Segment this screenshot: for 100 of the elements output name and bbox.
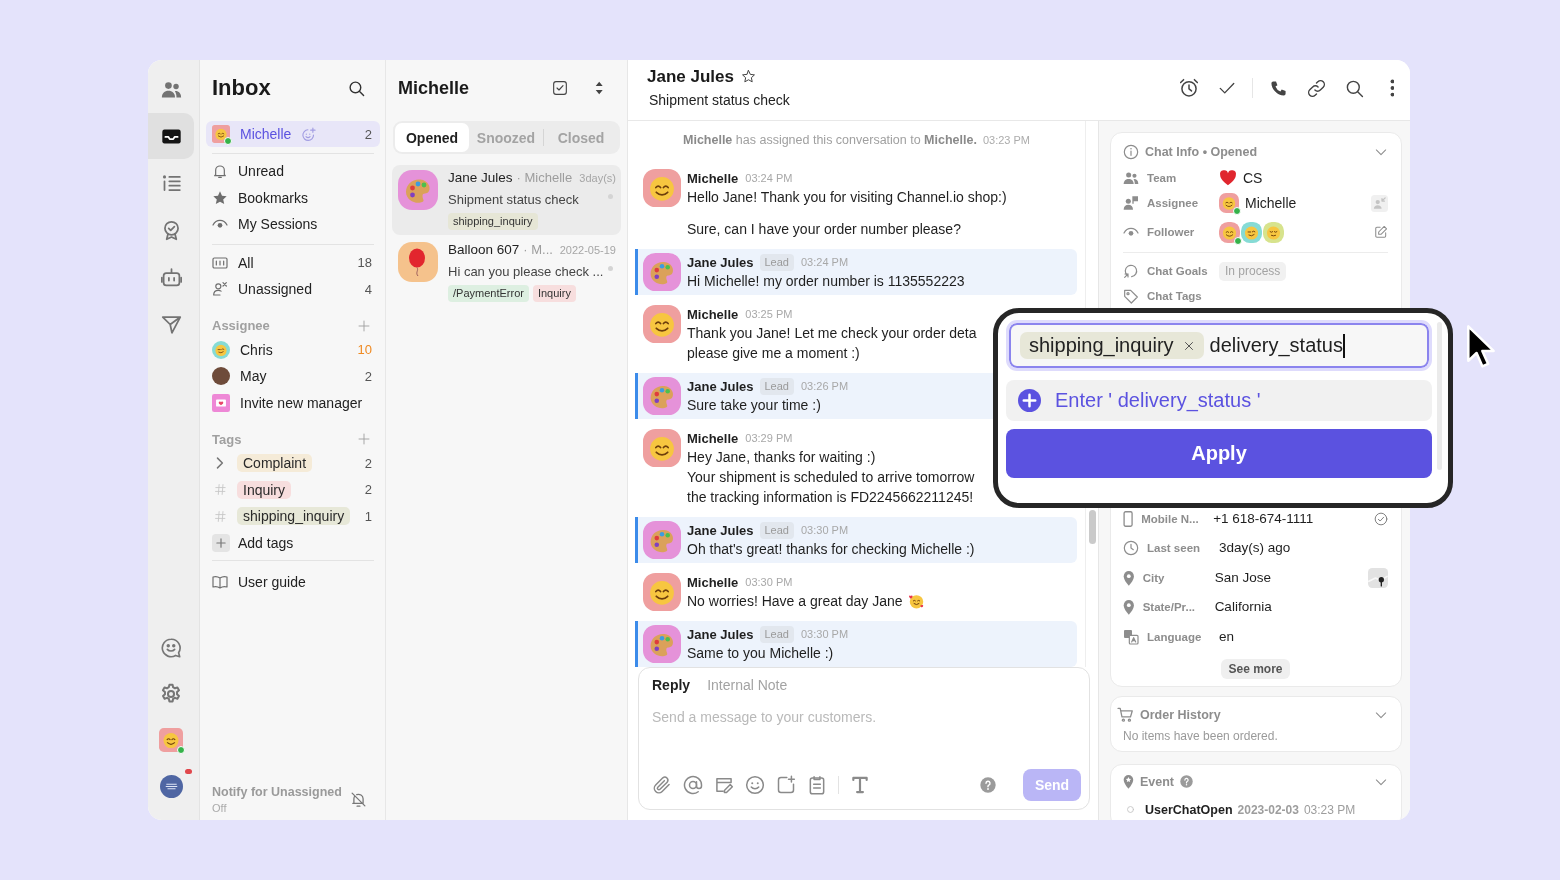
message-text: Sure, can I have your order number please? — [687, 220, 961, 239]
message-input[interactable]: Send a message to your customers. — [652, 707, 1081, 747]
search-icon[interactable] — [1344, 78, 1364, 98]
message-preview: Hi can you please check ... — [448, 263, 604, 279]
phone-icon[interactable] — [1269, 79, 1287, 97]
chat-smile-icon[interactable] — [160, 637, 182, 659]
message-time: 03:30 PM — [745, 576, 793, 588]
field-value: San Jose — [1214, 569, 1271, 586]
lead-badge: Lead — [759, 521, 794, 539]
palette-avatar-icon — [643, 253, 681, 291]
sender-name: Jane Jules — [687, 626, 754, 642]
sender-name: Michelle — [687, 170, 739, 186]
help-icon[interactable] — [980, 777, 996, 793]
contact-name: Jane Jules — [647, 66, 734, 87]
event-name: UserChatOpen — [1145, 802, 1233, 817]
conversation-item[interactable]: Balloon 607 · M... 2022-05-19 Hi can you please check ... /PaymentError Inquiry — [392, 237, 621, 307]
nav-item[interactable]: Unassigned 4 — [206, 276, 380, 303]
close-icon[interactable] — [1182, 339, 1195, 352]
see-more-button[interactable]: See more — [1221, 658, 1290, 679]
paper-plane-icon — [160, 313, 182, 335]
item-count: 10 — [357, 342, 372, 358]
message-time: 03:29 PM — [745, 432, 793, 444]
add-tags-button[interactable]: Add tags — [206, 529, 380, 556]
text-cursor-icon — [1342, 333, 1345, 358]
clipboard-icon[interactable] — [807, 775, 827, 795]
conversation-time: 2022-05-19 — [559, 243, 616, 258]
square-plus-icon[interactable] — [776, 775, 796, 795]
field-label: Chat Tags — [1147, 289, 1203, 304]
tag-icon — [1123, 288, 1139, 304]
nav-item[interactable]: Michelle 2 — [206, 121, 380, 147]
field-label: City — [1142, 570, 1166, 586]
at-sign-icon[interactable] — [683, 775, 703, 795]
message-text: Sure take your time :) — [687, 396, 821, 415]
smiley-avatar-icon — [643, 305, 681, 343]
create-tag-option[interactable]: Enter ' delivery_status ' — [1006, 380, 1432, 421]
card-edit-icon[interactable] — [714, 775, 734, 795]
tag-item[interactable]: Inquiry 2 — [206, 476, 380, 503]
link-icon[interactable] — [1306, 78, 1326, 98]
search-icon[interactable] — [348, 79, 365, 97]
scrollbar-thumb[interactable] — [1089, 510, 1096, 544]
sender-name: Michelle — [687, 574, 739, 590]
chevron-right-icon[interactable] — [216, 457, 224, 470]
nav-item[interactable]: User guide — [206, 569, 380, 596]
help-icon[interactable] — [1179, 775, 1193, 788]
nav-item[interactable]: May 2 — [206, 363, 380, 390]
message-time: 03:24 PM — [801, 256, 849, 268]
nav-item[interactable]: Bookmarks — [206, 184, 380, 211]
scrollbar-thumb[interactable] — [1437, 322, 1442, 470]
message-text: Oh that's great! thanks for checking Michelle :) — [687, 540, 975, 559]
message-text: Thank you Jane! Let me check your order deta please give me a moment :) — [687, 324, 977, 363]
tag-input-field[interactable]: shipping_inquiry delivery_status — [1006, 320, 1432, 371]
assignee-name: · Michelle — [516, 170, 573, 186]
lead-badge: Lead — [759, 253, 794, 271]
alarm-clock-icon[interactable] — [1179, 78, 1199, 98]
text-format-icon[interactable] — [850, 775, 870, 795]
composer-tab[interactable]: Reply — [652, 677, 691, 693]
field-label: Assignee — [1147, 196, 1200, 211]
nav-item[interactable]: My Sessions — [206, 211, 380, 238]
message-text: Hey Jane, thanks for waiting :) Your shipment is scheduled to arrive tomorrow the tracking information is FD2245662211245! — [687, 448, 975, 507]
paperclip-icon[interactable] — [652, 775, 672, 795]
item-count: 2 — [364, 126, 372, 142]
edit-icon[interactable] — [1374, 225, 1388, 239]
sender-name: Michelle — [687, 430, 739, 446]
smiley-icon[interactable] — [745, 775, 765, 795]
star-icon[interactable] — [740, 69, 756, 84]
tag-chip: Inquiry — [237, 480, 292, 499]
lead-badge: Lead — [759, 625, 794, 643]
system-message: Michelle has assigned this conversation to Michelle. — [683, 133, 977, 147]
smiley-avatar-icon — [643, 169, 681, 207]
field-label: Language — [1147, 629, 1203, 645]
apply-button[interactable]: Apply — [1006, 429, 1432, 478]
item-count: 2 — [364, 455, 372, 471]
notify-status: Off — [212, 802, 228, 814]
tag-chip[interactable]: shipping_inquiry — [1020, 332, 1204, 359]
smiley-avatar-icon — [212, 125, 230, 143]
team-logo-icon[interactable] — [159, 774, 183, 798]
status-tab[interactable]: Opened — [395, 123, 469, 152]
settings-icon[interactable] — [160, 683, 182, 705]
tag-item[interactable]: Complaint 2 — [206, 450, 380, 477]
bell-off-icon[interactable] — [350, 791, 367, 808]
sort-icon[interactable] — [594, 81, 603, 95]
invite-manager-button[interactable]: Invite new manager — [206, 389, 380, 416]
smiley-avatar-icon[interactable] — [159, 728, 183, 752]
palette-avatar-icon — [643, 625, 681, 663]
clock-icon — [1123, 540, 1139, 557]
message-time: 03:24 PM — [745, 172, 793, 184]
more-icon[interactable] — [1389, 79, 1395, 97]
mobile-phone-icon — [1123, 510, 1134, 527]
nav-item[interactable]: Chris 10 — [206, 336, 380, 363]
checkbox-icon[interactable] — [551, 80, 568, 96]
map-icon[interactable] — [1368, 567, 1388, 588]
palette-avatar-icon — [643, 377, 681, 415]
field-value: CS — [1243, 170, 1263, 186]
conversation-item[interactable]: Jane Jules · Michelle 3day(s) Shipment status check shipping_inquiry — [392, 165, 621, 235]
sidebar-tab[interactable] — [148, 113, 194, 159]
nav-item[interactable]: Unread — [206, 158, 380, 185]
nav-item[interactable]: All 18 — [206, 249, 380, 276]
tag-item[interactable]: shipping_inquiry 1 — [206, 503, 380, 530]
message-time: 03:23 PM — [982, 134, 1030, 146]
person-flag-icon — [1123, 195, 1139, 211]
